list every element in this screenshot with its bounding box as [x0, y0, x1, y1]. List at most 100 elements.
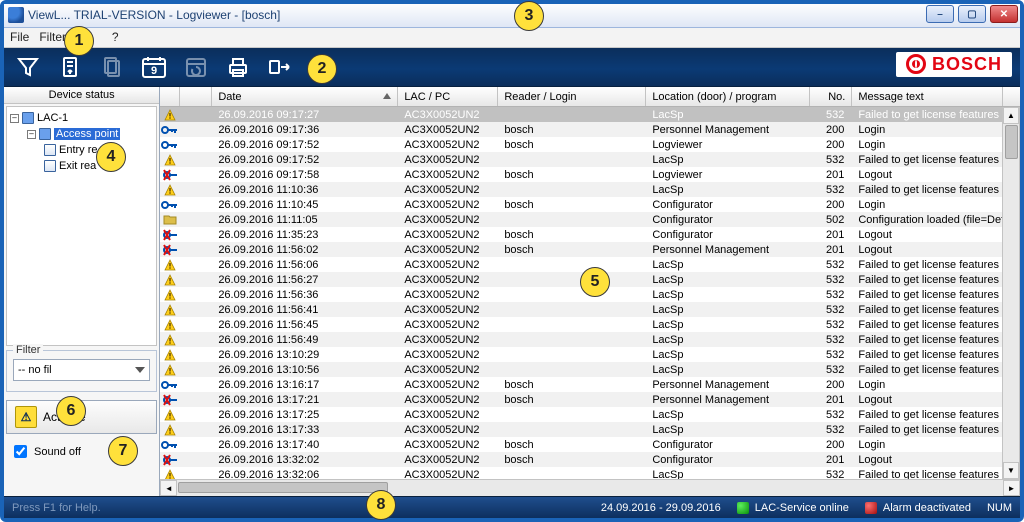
cell-reader: [498, 212, 646, 227]
col-no[interactable]: No.: [810, 87, 852, 106]
table-row[interactable]: 26.09.2016 11:56:02AC3X0052UN2boschPerso…: [160, 242, 1019, 257]
cell-reader: [498, 272, 646, 287]
tree-entry-reader[interactable]: Entry re: [59, 144, 98, 156]
table-row[interactable]: 26.09.2016 11:10:45AC3X0052UN2boschConfi…: [160, 197, 1019, 212]
tree-root[interactable]: LAC-1: [37, 112, 68, 124]
cell-no: 201: [810, 227, 852, 242]
col-loc[interactable]: Location (door) / program: [646, 87, 810, 106]
tree-exit-reader[interactable]: Exit rea: [59, 160, 96, 172]
cell-reader: [498, 182, 646, 197]
document-arrow-icon[interactable]: [56, 53, 84, 81]
table-row[interactable]: 26.09.2016 13:10:29AC3X0052UN2LacSp532Fa…: [160, 347, 1019, 362]
scroll-thumb[interactable]: [178, 482, 388, 493]
expander-icon[interactable]: –: [27, 130, 36, 139]
cell-loc: Configurator: [646, 227, 810, 242]
close-button[interactable]: ✕: [990, 5, 1018, 23]
filter-select[interactable]: -- no fil: [13, 359, 150, 381]
cell-loc: Personnel Management: [646, 122, 810, 137]
col-reader[interactable]: Reader / Login: [498, 87, 646, 106]
status-alarm: Alarm deactivated: [883, 502, 971, 514]
scroll-thumb[interactable]: [1005, 125, 1018, 159]
cell-msg: Login: [852, 122, 1012, 137]
col-msg[interactable]: Message text: [852, 87, 1003, 106]
export-icon[interactable]: [266, 53, 294, 81]
annotation-badge-8: 8: [366, 490, 396, 520]
row-type-icon-2: [180, 287, 212, 302]
cell-lac: AC3X0052UN2: [398, 422, 498, 437]
brand-text: BOSCH: [932, 54, 1002, 75]
menubar: File Filter View ?: [4, 28, 1020, 48]
table-row[interactable]: 26.09.2016 13:17:25AC3X0052UN2LacSp532Fa…: [160, 407, 1019, 422]
table-row[interactable]: 26.09.2016 13:32:06AC3X0052UN2LacSp532Fa…: [160, 467, 1019, 479]
table-row[interactable]: 26.09.2016 09:17:52AC3X0052UN2boschLogvi…: [160, 137, 1019, 152]
row-type-icon-2: [180, 422, 212, 437]
calendar-9-icon[interactable]: 9: [140, 53, 168, 81]
col-scroll-spacer: [1003, 87, 1020, 106]
cell-date: 26.09.2016 09:17:27: [212, 107, 398, 122]
document-copy-icon[interactable]: [98, 53, 126, 81]
table-row[interactable]: 26.09.2016 11:56:45AC3X0052UN2LacSp532Fa…: [160, 317, 1019, 332]
col-icon1[interactable]: [160, 87, 180, 106]
table-row[interactable]: 26.09.2016 13:16:17AC3X0052UN2boschPerso…: [160, 377, 1019, 392]
row-type-icon: [160, 242, 180, 257]
sound-off-checkbox[interactable]: [14, 445, 27, 458]
cell-lac: AC3X0052UN2: [398, 347, 498, 362]
horizontal-scrollbar[interactable]: ◄ ►: [160, 479, 1020, 496]
cell-msg: Failed to get license features: [852, 272, 1012, 287]
col-icon2[interactable]: [180, 87, 212, 106]
table-row[interactable]: 26.09.2016 13:17:21AC3X0052UN2boschPerso…: [160, 392, 1019, 407]
expander-icon[interactable]: –: [10, 114, 19, 123]
scroll-left-icon[interactable]: ◄: [160, 480, 177, 496]
table-row[interactable]: 26.09.2016 09:17:36AC3X0052UN2boschPerso…: [160, 122, 1019, 137]
cell-msg: Logout: [852, 452, 1012, 467]
menu-filter[interactable]: Filter: [39, 30, 66, 44]
table-row[interactable]: 26.09.2016 13:17:40AC3X0052UN2boschConfi…: [160, 437, 1019, 452]
cell-date: 26.09.2016 13:10:56: [212, 362, 398, 377]
col-date[interactable]: Date: [212, 87, 398, 106]
device-tree[interactable]: – LAC-1 – Access point Entry re: [6, 106, 157, 346]
device-status-header: Device status: [4, 87, 159, 104]
cell-lac: AC3X0052UN2: [398, 212, 498, 227]
scroll-right-icon[interactable]: ►: [1003, 480, 1020, 496]
vertical-scrollbar[interactable]: ▲ ▼: [1002, 107, 1019, 479]
table-row[interactable]: 26.09.2016 11:35:23AC3X0052UN2boschConfi…: [160, 227, 1019, 242]
annotation-badge-4: 4: [96, 142, 126, 172]
cell-reader: bosch: [498, 242, 646, 257]
table-row[interactable]: 26.09.2016 09:17:52AC3X0052UN2LacSp532Fa…: [160, 152, 1019, 167]
row-type-icon-2: [180, 272, 212, 287]
titlebar[interactable]: ViewL... TRIAL-VERSION - Logviewer - [bo…: [4, 4, 1020, 28]
row-type-icon: [160, 347, 180, 362]
cell-no: 532: [810, 152, 852, 167]
menu-file[interactable]: File: [10, 30, 29, 44]
table-row[interactable]: 26.09.2016 11:10:36AC3X0052UN2LacSp532Fa…: [160, 182, 1019, 197]
grid-header[interactable]: Date LAC / PC Reader / Login Location (d…: [160, 87, 1020, 107]
cell-reader: bosch: [498, 137, 646, 152]
table-row[interactable]: 26.09.2016 13:10:56AC3X0052UN2LacSp532Fa…: [160, 362, 1019, 377]
table-row[interactable]: 26.09.2016 13:32:02AC3X0052UN2boschConfi…: [160, 452, 1019, 467]
maximize-button[interactable]: ▢: [958, 5, 986, 23]
cell-no: 532: [810, 107, 852, 122]
filter-legend: Filter: [13, 344, 43, 356]
table-row[interactable]: 26.09.2016 11:56:49AC3X0052UN2LacSp532Fa…: [160, 332, 1019, 347]
menu-help[interactable]: ?: [112, 30, 119, 44]
col-lac[interactable]: LAC / PC: [398, 87, 498, 106]
table-row[interactable]: 26.09.2016 11:11:05AC3X0052UN2Configurat…: [160, 212, 1019, 227]
tree-access-point[interactable]: Access point: [54, 128, 120, 140]
table-row[interactable]: 26.09.2016 09:17:58AC3X0052UN2boschLogvi…: [160, 167, 1019, 182]
cell-reader: [498, 422, 646, 437]
table-row[interactable]: 26.09.2016 09:17:27AC3X0052UN2LacSp532Fa…: [160, 107, 1019, 122]
table-row[interactable]: 26.09.2016 11:56:41AC3X0052UN2LacSp532Fa…: [160, 302, 1019, 317]
alarm-deactivated-icon: [865, 502, 877, 514]
scroll-up-icon[interactable]: ▲: [1003, 107, 1019, 124]
filter-funnel-icon[interactable]: [14, 53, 42, 81]
table-row[interactable]: 26.09.2016 13:17:33AC3X0052UN2LacSp532Fa…: [160, 422, 1019, 437]
minimize-button[interactable]: –: [926, 5, 954, 23]
printer-icon[interactable]: [224, 53, 252, 81]
row-type-icon: [160, 152, 180, 167]
calendar-refresh-icon[interactable]: [182, 53, 210, 81]
filter-group: Filter -- no fil: [6, 350, 157, 392]
row-type-icon-2: [180, 317, 212, 332]
row-type-icon-2: [180, 437, 212, 452]
cell-date: 26.09.2016 11:56:49: [212, 332, 398, 347]
scroll-down-icon[interactable]: ▼: [1003, 462, 1019, 479]
